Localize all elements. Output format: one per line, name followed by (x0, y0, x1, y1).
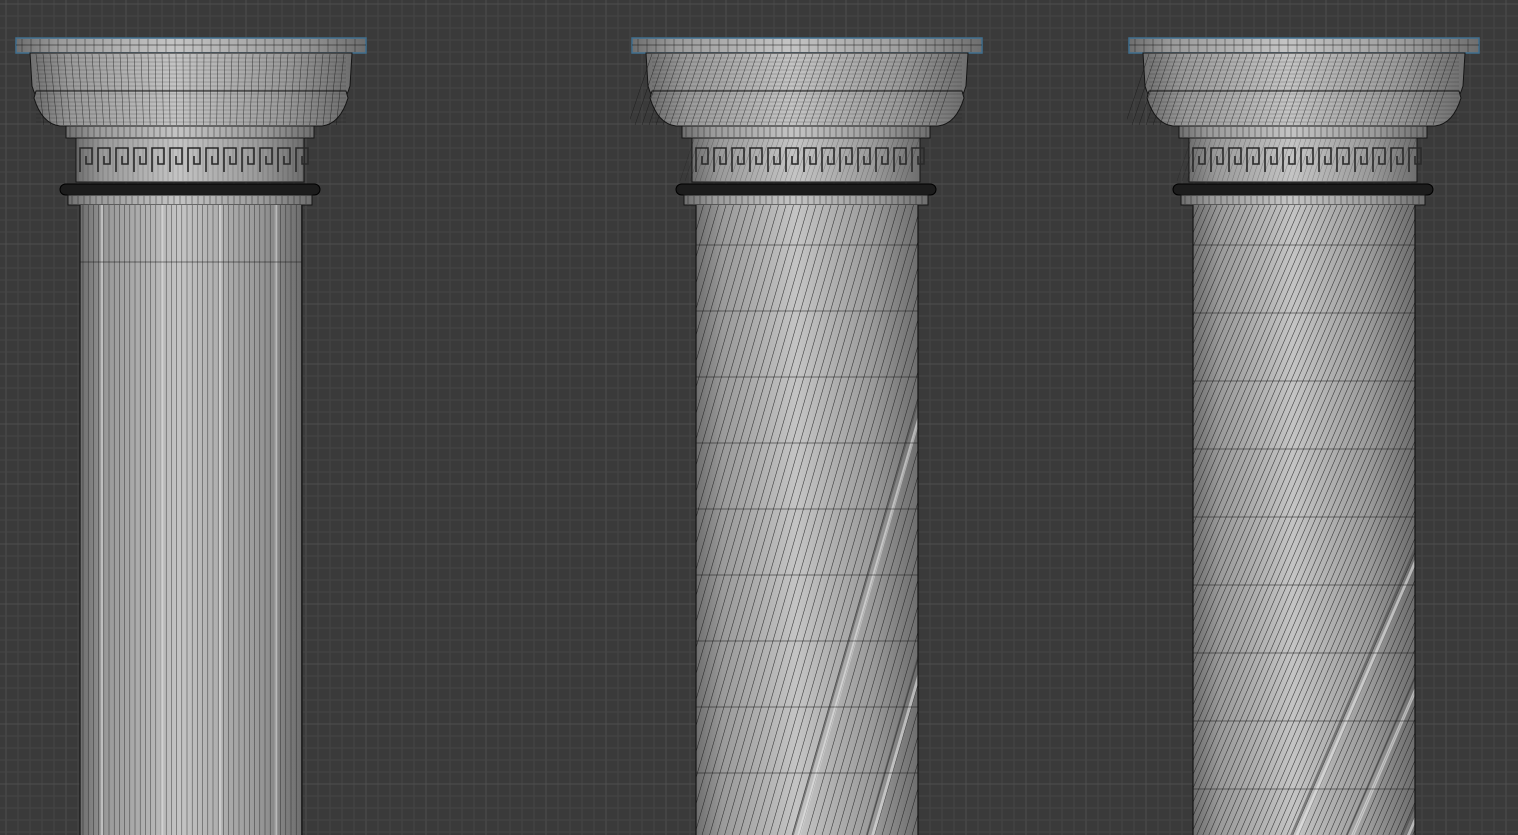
shaft-collar (1180, 194, 1426, 206)
astragal-ring (59, 183, 321, 196)
meander-frieze (679, 137, 925, 183)
meander-frieze (1176, 137, 1422, 183)
capital-neck (1178, 125, 1428, 139)
column-straight-fluted[interactable] (14, 36, 368, 835)
astragal-ring (1172, 183, 1434, 196)
column-shaft (1192, 205, 1416, 835)
column-twisted-loose[interactable] (630, 36, 984, 835)
column-shaft (695, 205, 919, 835)
3d-viewport[interactable] (0, 0, 1518, 835)
capital-echinus (29, 52, 353, 127)
capital-neck (681, 125, 931, 139)
shaft-collar (683, 194, 929, 206)
capital-abacus (1128, 37, 1480, 54)
column-twisted-tight[interactable] (1127, 36, 1481, 835)
column-shaft (79, 205, 303, 835)
shaft-collar (67, 194, 313, 206)
capital-abacus (631, 37, 983, 54)
capital-echinus (1127, 52, 1466, 127)
capital-echinus (630, 52, 969, 127)
meander-frieze (75, 137, 309, 183)
capital-abacus (15, 37, 367, 54)
astragal-ring (675, 183, 937, 196)
capital-neck (65, 125, 315, 139)
